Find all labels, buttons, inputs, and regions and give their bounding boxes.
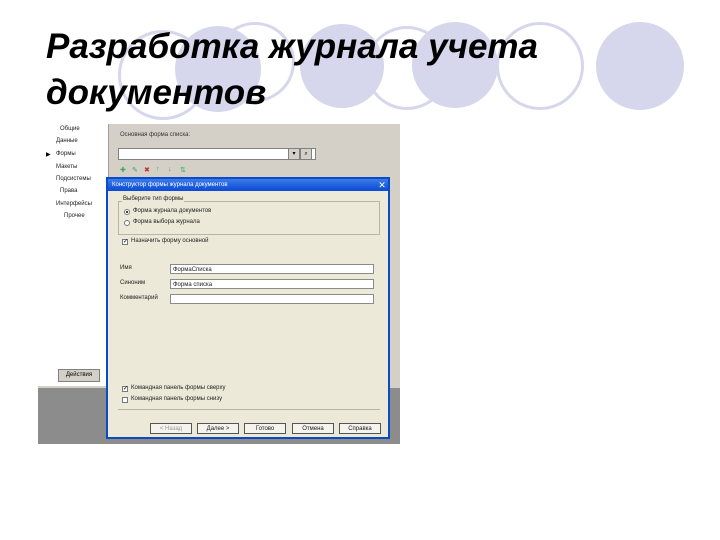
slide-title-line2: документов <box>46 73 267 112</box>
help-button[interactable]: Справка <box>339 423 381 434</box>
cancel-button[interactable]: Отмена <box>292 423 334 434</box>
dialog-titlebar: Конструктор формы журнала документов <box>108 179 388 191</box>
next-button[interactable]: Далее > <box>197 423 239 434</box>
left-panel-item[interactable]: Интерфейсы <box>56 201 92 207</box>
main-form-label: Основная форма списка: <box>120 132 191 138</box>
comment-field[interactable] <box>170 294 374 304</box>
slide-title: Разработка журнала учета документов <box>46 24 538 116</box>
move-down-icon[interactable]: ↓ <box>168 166 172 173</box>
form-designer-dialog: Конструктор формы журнала документов ✕ В… <box>106 177 390 439</box>
sort-icon[interactable]: ⇅ <box>180 166 186 174</box>
edit-icon[interactable]: ✎ <box>132 166 138 174</box>
radio-choice-form[interactable] <box>124 220 130 226</box>
left-panel-item[interactable]: Общие <box>60 126 80 132</box>
form-type-group-label: Выберите тип формы <box>122 196 185 202</box>
finish-button[interactable]: Готово <box>244 423 286 434</box>
radio-journal-form[interactable] <box>124 209 130 215</box>
dialog-title: Конструктор формы журнала документов <box>112 182 228 188</box>
name-field-label: Имя <box>120 265 132 271</box>
divider <box>118 409 380 410</box>
name-field[interactable]: ФормаСписка <box>170 264 374 274</box>
checkbox-main-form-label: Назначить форму основной <box>131 238 209 244</box>
checkbox-panel-bottom[interactable] <box>122 397 128 403</box>
slide-title-line1: Разработка журнала учета <box>46 27 538 66</box>
chevron-down-icon[interactable]: ▾ <box>288 148 300 160</box>
left-panel-item[interactable]: Подсистемы <box>56 176 91 182</box>
left-panel-item[interactable]: Макеты <box>56 164 77 170</box>
decor-circle <box>596 22 684 110</box>
left-panel-item[interactable]: Прочее <box>64 213 85 219</box>
comment-field-label: Комментарий <box>120 295 158 301</box>
close-icon[interactable]: ✕ <box>376 179 388 191</box>
checkbox-panel-top[interactable]: ✓ <box>122 386 128 392</box>
current-item-arrow-icon: ▶ <box>46 152 51 158</box>
synonym-field[interactable]: Форма списка <box>170 279 374 289</box>
checkbox-panel-bottom-label: Командная панель формы снизу <box>131 396 223 402</box>
add-icon[interactable]: ✚ <box>120 166 126 174</box>
radio-choice-form-label: Форма выбора журнала <box>133 219 200 225</box>
main-form-combo[interactable] <box>118 148 316 160</box>
back-button[interactable]: < Назад <box>150 423 192 434</box>
left-panel: Общие Данные ▶ Формы Макеты Подсистемы П… <box>38 124 109 386</box>
app-screenshot: Общие Данные ▶ Формы Макеты Подсистемы П… <box>38 124 400 444</box>
radio-journal-form-label: Форма журнала документов <box>133 208 212 214</box>
checkbox-main-form[interactable]: ✓ <box>122 239 128 245</box>
checkbox-panel-top-label: Командная панель формы сверху <box>131 385 226 391</box>
actions-button[interactable]: Действия <box>58 369 100 382</box>
left-panel-item[interactable]: Формы <box>56 151 76 157</box>
delete-icon[interactable]: ✖ <box>144 166 150 174</box>
left-panel-item[interactable]: Права <box>60 188 77 194</box>
search-icon[interactable]: ⌕ <box>300 148 312 160</box>
left-panel-item[interactable]: Данные <box>56 138 78 144</box>
synonym-field-label: Синоним <box>120 280 146 286</box>
move-up-icon[interactable]: ↑ <box>156 166 160 173</box>
form-type-group <box>118 201 380 235</box>
